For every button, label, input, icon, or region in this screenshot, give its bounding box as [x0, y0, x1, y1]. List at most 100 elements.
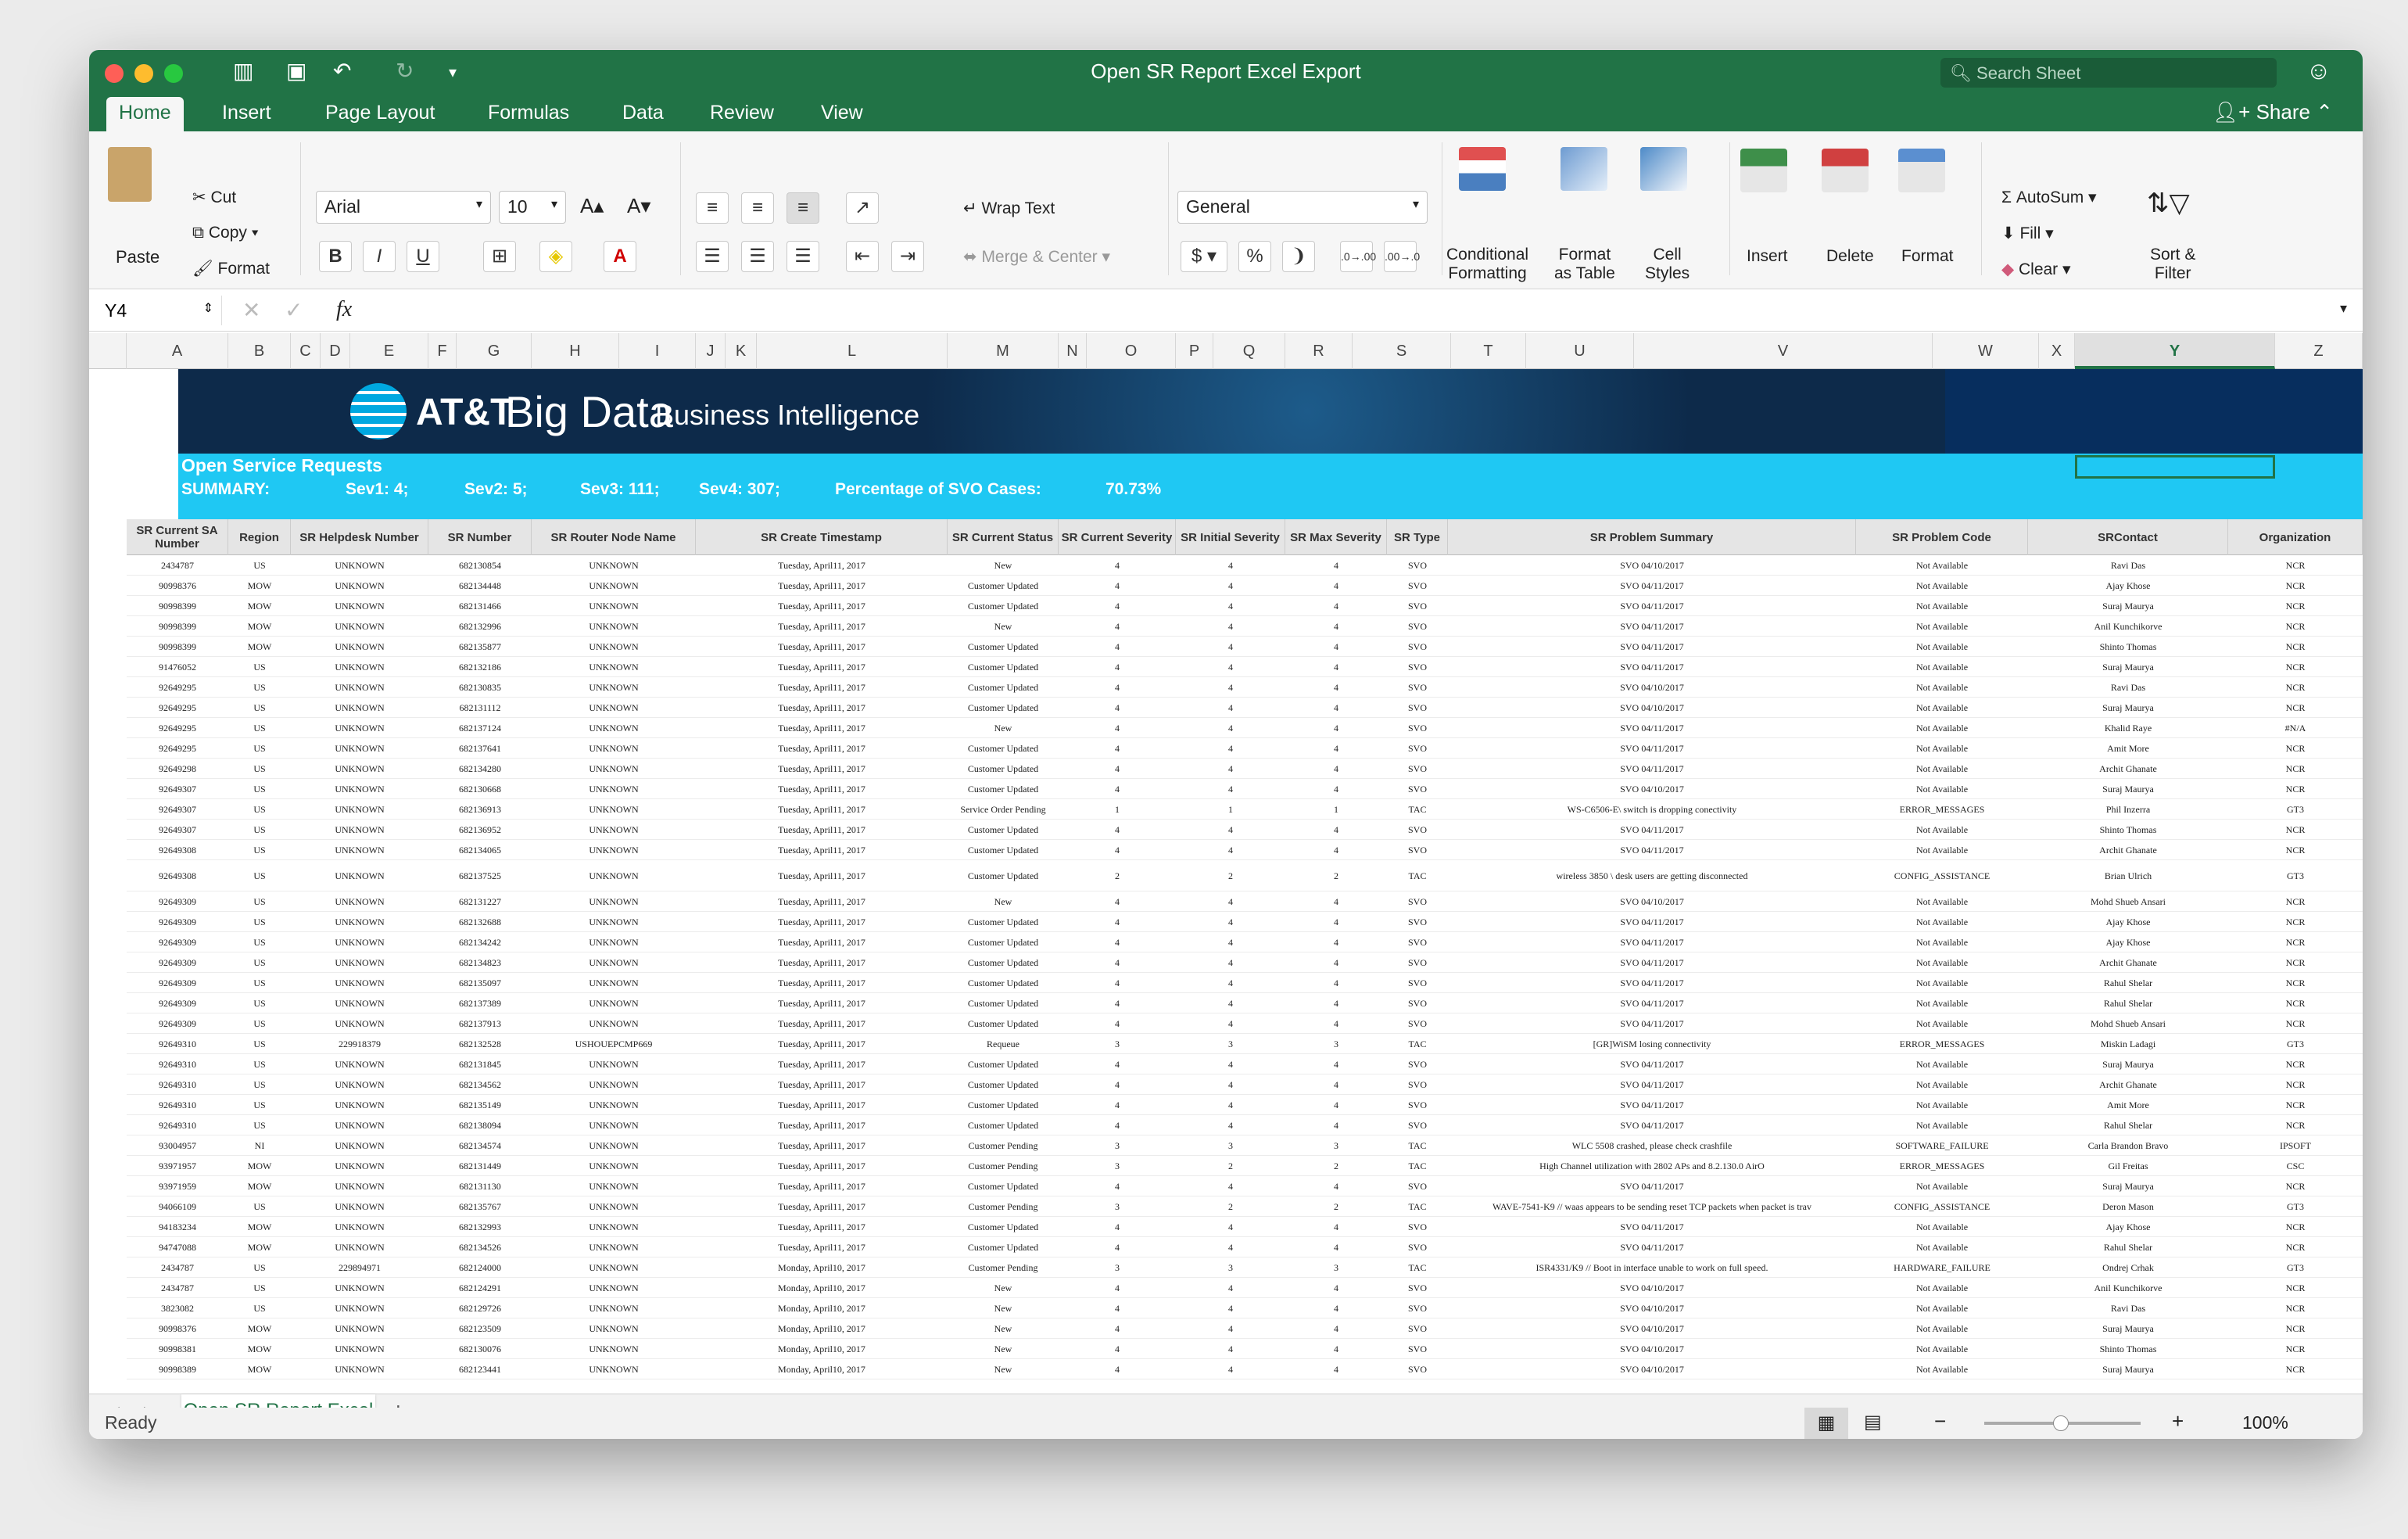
table-cell[interactable]: UNKNOWN: [532, 1176, 696, 1196]
table-cell[interactable]: Customer Updated: [948, 993, 1059, 1013]
table-cell[interactable]: SVO: [1387, 779, 1448, 799]
table-cell[interactable]: SVO 04/10/2017: [1448, 1359, 1856, 1379]
table-cell[interactable]: Not Available: [1856, 1359, 2028, 1379]
format-cells-icon[interactable]: [1898, 149, 1945, 192]
table-cell[interactable]: MOW: [228, 1237, 291, 1257]
table-cell[interactable]: NCR: [2228, 698, 2363, 718]
table-cell[interactable]: 3: [1059, 1156, 1176, 1176]
table-row[interactable]: 90998376 MOW UNKNOWN 682134448 UNKNOWN Tuesda…: [127, 576, 2363, 596]
table-cell[interactable]: 2: [1285, 1156, 1387, 1176]
table-cell[interactable]: Shinto Thomas: [2028, 1339, 2228, 1359]
table-cell[interactable]: Ravi Das: [2028, 677, 2228, 698]
table-cell[interactable]: 4: [1285, 779, 1387, 799]
fill-color-icon[interactable]: ◈: [539, 241, 572, 272]
table-cell[interactable]: UNKNOWN: [532, 779, 696, 799]
table-cell[interactable]: 682129726: [428, 1298, 532, 1318]
table-cell[interactable]: NI: [228, 1135, 291, 1156]
sort-filter-label[interactable]: Sort & Filter: [2150, 246, 2195, 283]
table-cell[interactable]: 3: [1176, 1257, 1285, 1278]
table-cell[interactable]: 4: [1059, 718, 1176, 738]
table-cell[interactable]: Suraj Maurya: [2028, 1359, 2228, 1379]
table-cell[interactable]: 4: [1176, 932, 1285, 952]
table-cell[interactable]: 4: [1285, 891, 1387, 912]
table-cell[interactable]: US: [228, 1095, 291, 1115]
table-cell[interactable]: 4: [1176, 1298, 1285, 1318]
table-cell[interactable]: 4: [1059, 952, 1176, 973]
table-cell[interactable]: UNKNOWN: [291, 912, 428, 932]
table-cell[interactable]: 4: [1285, 1217, 1387, 1237]
table-cell[interactable]: Suraj Maurya: [2028, 1054, 2228, 1074]
cut-button[interactable]: ✂ Cut: [192, 188, 236, 207]
table-cell[interactable]: 92649298: [127, 759, 228, 779]
borders-icon[interactable]: ⊞: [483, 241, 516, 272]
table-cell[interactable]: SVO 04/10/2017: [1448, 891, 1856, 912]
table-cell[interactable]: SVO 04/11/2017: [1448, 1013, 1856, 1034]
table-row[interactable]: 93971957 MOW UNKNOWN 682131449 UNKNOWN Tuesda…: [127, 1156, 2363, 1176]
table-cell[interactable]: Not Available: [1856, 973, 2028, 993]
table-cell[interactable]: 4: [1176, 1013, 1285, 1034]
table-cell[interactable]: 92649295: [127, 698, 228, 718]
column-header-m[interactable]: M: [948, 333, 1059, 369]
paste-icon[interactable]: [108, 147, 152, 202]
table-cell[interactable]: SVO: [1387, 932, 1448, 952]
format-painter-button[interactable]: 🖌︎ Format: [192, 260, 270, 278]
table-cell[interactable]: 92649309: [127, 912, 228, 932]
column-header-z[interactable]: Z: [2275, 333, 2363, 369]
table-row[interactable]: 92649298 US UNKNOWN 682134280 UNKNOWN Tuesday…: [127, 759, 2363, 779]
table-cell[interactable]: Mohd Shueb Ansari: [2028, 891, 2228, 912]
table-cell[interactable]: 4: [1176, 993, 1285, 1013]
table-cell[interactable]: Monday, April10, 2017: [696, 1278, 948, 1298]
table-cell[interactable]: US: [228, 698, 291, 718]
table-cell[interactable]: SVO 04/11/2017: [1448, 718, 1856, 738]
table-cell[interactable]: 3: [1176, 1135, 1285, 1156]
table-cell[interactable]: 682135877: [428, 637, 532, 657]
conditional-formatting-icon[interactable]: [1459, 147, 1506, 191]
table-cell[interactable]: TAC: [1387, 1196, 1448, 1217]
table-cell[interactable]: Tuesday, April11, 2017: [696, 576, 948, 596]
table-cell[interactable]: 4: [1059, 1359, 1176, 1379]
table-cell[interactable]: UNKNOWN: [291, 1278, 428, 1298]
table-cell[interactable]: UNKNOWN: [532, 1217, 696, 1237]
column-title[interactable]: SR Problem Code: [1856, 519, 2028, 555]
table-cell[interactable]: 4: [1176, 738, 1285, 759]
table-cell[interactable]: NCR: [2228, 1013, 2363, 1034]
table-cell[interactable]: UNKNOWN: [291, 1176, 428, 1196]
column-title[interactable]: SR Current SA Number: [127, 519, 228, 555]
table-cell[interactable]: TAC: [1387, 1257, 1448, 1278]
table-cell[interactable]: Amit More: [2028, 1095, 2228, 1115]
table-cell[interactable]: SVO: [1387, 637, 1448, 657]
column-header-h[interactable]: H: [532, 333, 619, 369]
table-cell[interactable]: Not Available: [1856, 912, 2028, 932]
table-cell[interactable]: SVO 04/11/2017: [1448, 738, 1856, 759]
table-cell[interactable]: NCR: [2228, 779, 2363, 799]
table-cell[interactable]: SVO: [1387, 1074, 1448, 1095]
underline-button[interactable]: U: [407, 241, 439, 272]
table-cell[interactable]: TAC: [1387, 799, 1448, 820]
column-header-d[interactable]: D: [321, 333, 350, 369]
table-cell[interactable]: Tuesday, April11, 2017: [696, 1237, 948, 1257]
tab-home[interactable]: Home: [106, 97, 184, 131]
table-cell[interactable]: 4: [1176, 840, 1285, 860]
table-cell[interactable]: NCR: [2228, 1074, 2363, 1095]
table-cell[interactable]: US: [228, 891, 291, 912]
table-cell[interactable]: SVO: [1387, 657, 1448, 677]
table-cell[interactable]: UNKNOWN: [532, 1135, 696, 1156]
table-cell[interactable]: GT3: [2228, 1257, 2363, 1278]
table-row[interactable]: 92649295 US UNKNOWN 682137124 UNKNOWN Tuesday…: [127, 718, 2363, 738]
table-cell[interactable]: 4: [1059, 759, 1176, 779]
table-cell[interactable]: Tuesday, April11, 2017: [696, 860, 948, 891]
table-cell[interactable]: TAC: [1387, 1135, 1448, 1156]
table-cell[interactable]: Not Available: [1856, 1176, 2028, 1196]
table-cell[interactable]: Tuesday, April11, 2017: [696, 698, 948, 718]
column-title[interactable]: SR Problem Summary: [1448, 519, 1856, 555]
table-cell[interactable]: Customer Updated: [948, 1115, 1059, 1135]
table-row[interactable]: 92649295 US UNKNOWN 682130835 UNKNOWN Tuesday…: [127, 677, 2363, 698]
table-cell[interactable]: Ajay Khose: [2028, 1217, 2228, 1237]
table-cell[interactable]: UNKNOWN: [291, 555, 428, 576]
table-cell[interactable]: US: [228, 912, 291, 932]
table-cell[interactable]: 682131112: [428, 698, 532, 718]
table-cell[interactable]: SVO: [1387, 1013, 1448, 1034]
table-cell[interactable]: 682136952: [428, 820, 532, 840]
table-cell[interactable]: 682132528: [428, 1034, 532, 1054]
table-cell[interactable]: 4: [1285, 1359, 1387, 1379]
